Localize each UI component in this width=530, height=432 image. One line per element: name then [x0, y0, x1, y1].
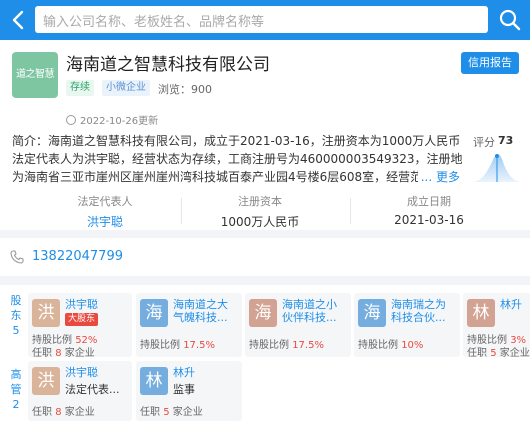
ratio-label: 持股比例	[140, 340, 184, 351]
people-panel: 股 东 5 洪 洪宇聪 大股东 持股比例 52% 任职 8 家企业 海 海南道之…	[0, 285, 530, 432]
shareholder-name-cont[interactable]: 气魄科技...	[173, 311, 228, 324]
role-line: 任职 8 家企业	[32, 344, 95, 359]
update-time-text: 2022-10-26更新	[80, 116, 159, 127]
role-line: 任职 5 家企业	[467, 344, 530, 357]
executive-name[interactable]: 洪宇聪	[65, 366, 98, 379]
divider	[181, 198, 182, 224]
view-count: 浏览：900	[158, 83, 212, 96]
role-line: 任职 5 家企业	[140, 403, 203, 418]
role-unit: 家企业	[61, 348, 95, 359]
shareholder-name[interactable]: 海南道之小	[282, 298, 337, 311]
role-unit: 家企业	[169, 407, 203, 418]
executive-card[interactable]: 洪 洪宇聪 法定代表... 任职 8 家企业	[28, 361, 132, 421]
shareholder-card[interactable]: 林 林升 持股比例 3% 任职 5 家企业	[463, 293, 530, 357]
avatar: 洪	[32, 367, 60, 395]
phone-icon	[10, 250, 24, 264]
score-distribution-icon[interactable]	[470, 148, 522, 184]
shareholder-name[interactable]: 林升	[500, 298, 522, 311]
status-tag: 存续	[66, 80, 94, 96]
credit-report-button[interactable]: 信用报告	[461, 52, 519, 74]
ratio-value: 10%	[401, 340, 424, 351]
phone-number[interactable]: 13822047799	[32, 249, 123, 264]
company-card: 道之智慧 海南道之智慧科技有限公司 信用报告 存续 小微企业 浏览：900 20…	[0, 40, 530, 230]
ratio-value: 17.5%	[183, 340, 215, 351]
capital-block: 注册资本 1000万人民币	[205, 193, 315, 230]
search-input[interactable]: 输入公司名称、老板姓名、品牌名称等	[35, 6, 488, 33]
executives-label[interactable]: 高 管 2	[6, 367, 26, 412]
search-placeholder: 输入公司名称、老板姓名、品牌名称等	[43, 15, 265, 30]
shareholder-card[interactable]: 洪 洪宇聪 大股东 持股比例 52% 任职 8 家企业	[28, 293, 132, 359]
shareholders-label-char: 股	[10, 294, 22, 307]
role-unit: 家企业	[496, 348, 530, 357]
legal-rep-block: 法定代表人 洪宇聪	[50, 193, 160, 230]
ratio-label: 持股比例	[249, 340, 293, 351]
legal-rep-link[interactable]: 洪宇聪	[50, 213, 160, 230]
shareholder-name-cont[interactable]: 科技合伙...	[391, 311, 446, 324]
back-chevron-icon[interactable]	[6, 6, 32, 34]
search-icon[interactable]	[496, 6, 524, 34]
company-logo: 道之智慧	[12, 52, 58, 98]
shareholder-name-cont[interactable]: 伙伴科技...	[282, 311, 337, 324]
ratio-line: 持股比例 10%	[358, 336, 423, 351]
avatar: 洪	[32, 299, 60, 327]
role-label: 任职	[467, 348, 491, 357]
executive-position: 监事	[173, 383, 195, 396]
shareholder-card[interactable]: 海 海南道之小 伙伴科技... 持股比例 17.5%	[245, 293, 351, 357]
founded-label: 成立日期	[407, 195, 451, 208]
capital-label: 注册资本	[238, 195, 282, 208]
role-unit: 家企业	[61, 407, 95, 418]
avatar: 海	[249, 299, 277, 327]
executive-name[interactable]: 林升	[173, 366, 195, 379]
role-label: 任职	[32, 407, 56, 418]
update-time: 2022-10-26更新	[66, 112, 158, 127]
ratio-line: 持股比例 17.5%	[140, 336, 215, 351]
score-value: 73	[498, 134, 514, 147]
shareholders-label-char: 东	[10, 309, 22, 322]
role-label: 任职	[140, 407, 164, 418]
shareholders-label[interactable]: 股 东 5	[6, 293, 26, 338]
shareholder-name[interactable]: 洪宇聪	[65, 298, 98, 311]
company-intro[interactable]: 简介：海南道之智慧科技有限公司，成立于2021-03-16，注册资本为1000万…	[12, 132, 462, 186]
avatar: 林	[467, 299, 495, 327]
executives-label-char: 管	[10, 383, 22, 396]
divider	[350, 198, 351, 224]
avatar: 林	[140, 367, 168, 395]
clock-icon	[66, 115, 76, 125]
founded-block: 成立日期 2021-03-16	[374, 193, 484, 227]
intro-line: 为海南省三亚市崖州区崖州崖州湾科技城百泰产业园4号楼6层608室，经营范围	[12, 170, 435, 184]
size-tag: 小微企业	[102, 80, 150, 96]
intro-line: 法定代表人为洪宇聪，经营状态为存续，工商注册号为460000003549323，…	[12, 152, 462, 166]
executives-count: 2	[12, 398, 20, 411]
avatar: 海	[358, 299, 386, 327]
ratio-label: 持股比例	[358, 340, 402, 351]
shareholders-count: 5	[12, 324, 20, 337]
shareholder-name[interactable]: 海南道之大	[173, 298, 228, 311]
shareholder-name[interactable]: 海南瑞之为	[391, 298, 446, 311]
phone-row[interactable]: 13822047799	[0, 238, 530, 276]
intro-line: 简介：海南道之智慧科技有限公司，成立于2021-03-16，注册资本为1000万…	[12, 134, 462, 148]
executive-card[interactable]: 林 林升 监事 任职 5 家企业	[136, 361, 242, 421]
capital-value: 1000万人民币	[220, 215, 300, 229]
shareholder-card[interactable]: 海 海南道之大 气魄科技... 持股比例 17.5%	[136, 293, 242, 357]
executive-position: 法定代表...	[65, 383, 120, 396]
role-label: 任职	[32, 348, 56, 359]
role-line: 任职 8 家企业	[32, 403, 95, 418]
ratio-line: 持股比例 17.5%	[249, 336, 324, 351]
legal-rep-label: 法定代表人	[77, 195, 133, 208]
shareholder-card[interactable]: 海 海南瑞之为 科技合伙... 持股比例 10%	[354, 293, 460, 357]
intro-more-link[interactable]: ... 更多	[417, 168, 460, 186]
company-name: 海南道之智慧科技有限公司	[66, 55, 270, 75]
major-shareholder-badge: 大股东	[65, 313, 99, 326]
ratio-value: 17.5%	[292, 340, 324, 351]
founded-value: 2021-03-16	[394, 213, 464, 227]
top-bar: 输入公司名称、老板姓名、品牌名称等	[0, 0, 530, 40]
executives-label-char: 高	[10, 368, 22, 381]
avatar: 海	[140, 299, 168, 327]
